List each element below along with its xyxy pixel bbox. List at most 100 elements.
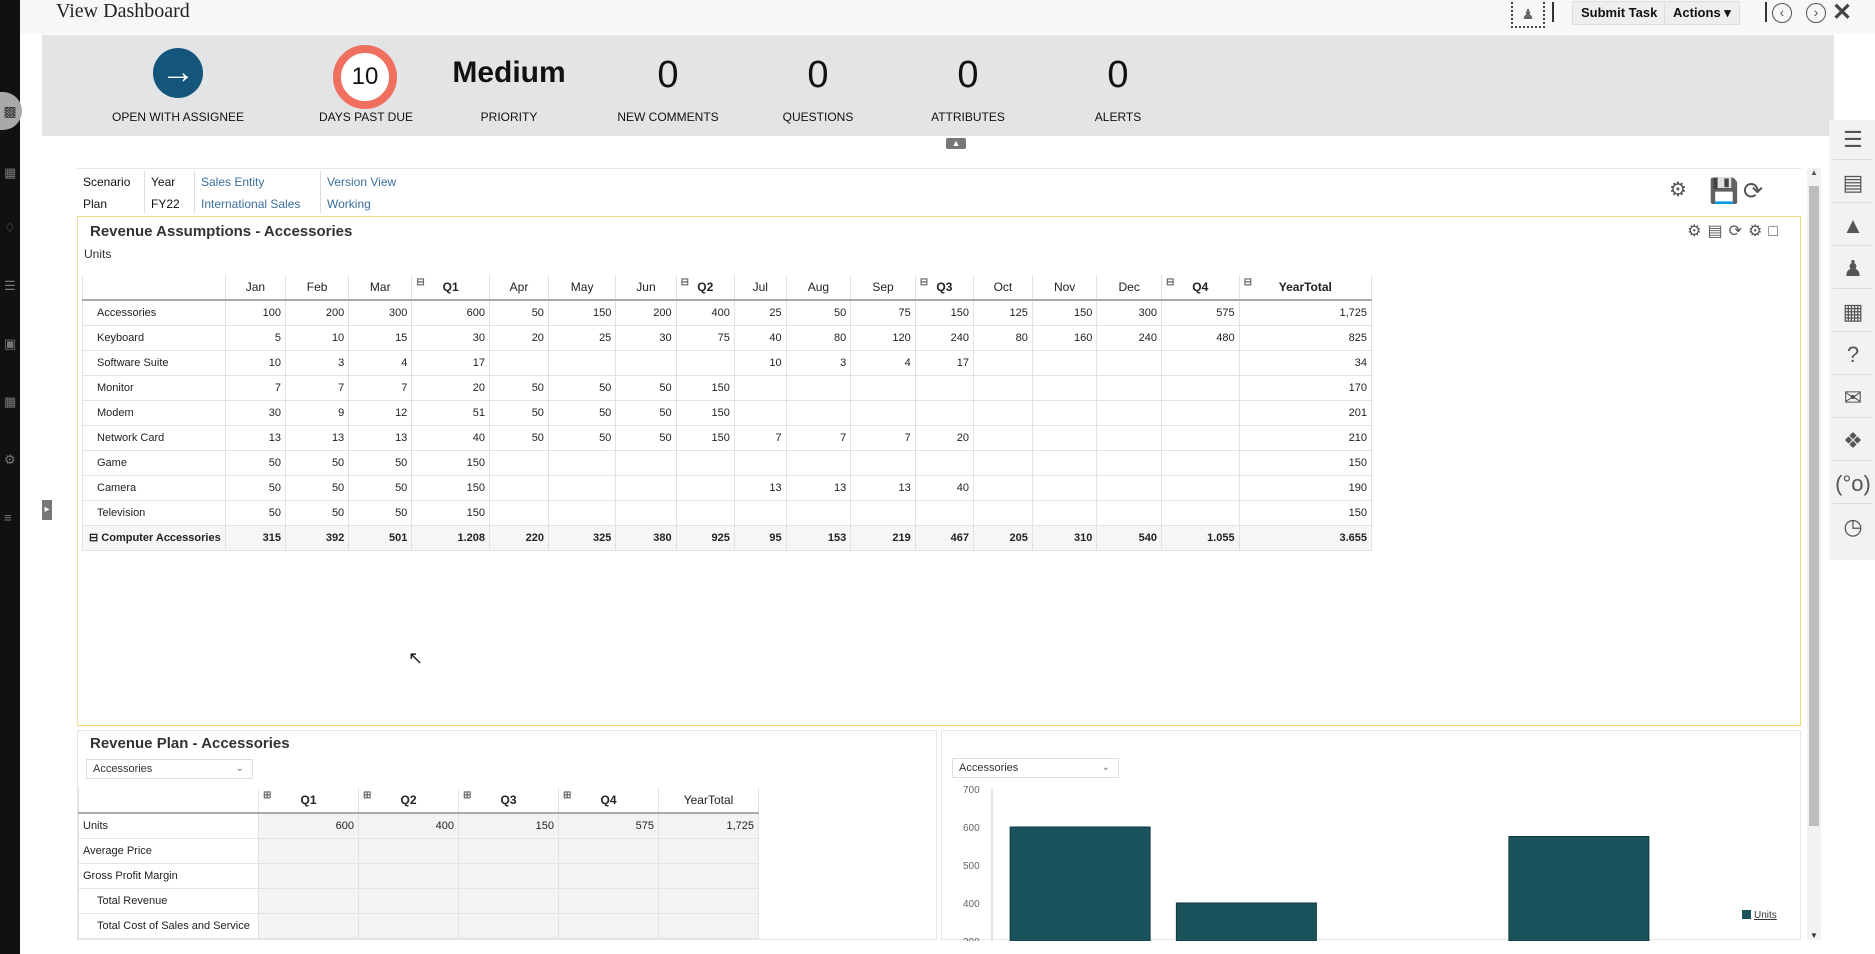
data-cell[interactable]: 7: [850, 424, 916, 451]
data-cell[interactable]: 200: [615, 299, 677, 326]
data-cell[interactable]: 50: [615, 374, 677, 401]
data-cell[interactable]: [547, 449, 617, 476]
data-cell[interactable]: [1031, 349, 1098, 376]
data-cell[interactable]: [785, 449, 852, 476]
pov-scenario[interactable]: Scenario Plan: [77, 171, 130, 213]
data-cell[interactable]: 50: [224, 499, 287, 526]
data-cell[interactable]: [850, 449, 916, 476]
data-cell[interactable]: 40: [411, 424, 491, 451]
settings-icon[interactable]: ⚙: [1669, 177, 1687, 202]
data-cell[interactable]: [675, 349, 735, 376]
data-cell[interactable]: 34: [1238, 349, 1373, 376]
task-icon[interactable]: ▩: [0, 92, 22, 130]
close-icon[interactable]: ✕: [1832, 0, 1852, 27]
collapse-summary-button[interactable]: ▲: [946, 138, 966, 149]
data-cell[interactable]: 170: [1238, 374, 1373, 401]
column-header[interactable]: ⊟ Q1: [411, 275, 491, 301]
questions-icon[interactable]: ?: [1833, 335, 1873, 375]
data-cell[interactable]: [914, 374, 974, 401]
data-cell[interactable]: 1.055: [1160, 524, 1240, 551]
data-cell[interactable]: 50: [547, 399, 617, 426]
pov-version-view[interactable]: Version View Working: [320, 171, 396, 213]
row-header[interactable]: Software Suite: [82, 349, 226, 376]
data-cell[interactable]: [1096, 499, 1162, 526]
data-cell[interactable]: 50: [348, 499, 413, 526]
list-view-icon[interactable]: ☰: [1833, 120, 1873, 160]
row-header[interactable]: Game: [82, 449, 226, 476]
data-cell[interactable]: 150: [1238, 499, 1373, 526]
data-cell[interactable]: 201: [1238, 399, 1373, 426]
data-cell[interactable]: 40: [914, 474, 974, 501]
data-cell[interactable]: 210: [1238, 424, 1373, 451]
column-header[interactable]: Jan: [224, 275, 287, 301]
data-cell[interactable]: [1096, 424, 1162, 451]
data-cell[interactable]: 300: [1096, 299, 1162, 326]
data-cell[interactable]: [733, 449, 787, 476]
expand-icon[interactable]: ⊞: [563, 790, 571, 801]
data-cell[interactable]: 30: [411, 324, 491, 351]
data-cell[interactable]: [972, 399, 1033, 426]
data-cell[interactable]: [1031, 449, 1098, 476]
checklist-icon[interactable]: ≡: [4, 510, 18, 526]
data-cell[interactable]: [258, 887, 359, 914]
data-cell[interactable]: 205: [972, 524, 1033, 551]
data-cell[interactable]: [785, 499, 852, 526]
plan-member-select[interactable]: Accessories ⌄: [86, 759, 253, 779]
column-header[interactable]: Aug: [785, 275, 852, 301]
data-cell[interactable]: 219: [850, 524, 916, 551]
data-cell[interactable]: [785, 374, 852, 401]
data-cell[interactable]: [658, 887, 759, 914]
bar-q2[interactable]: [1175, 902, 1317, 941]
data-cell[interactable]: 600: [411, 299, 491, 326]
data-cell[interactable]: 220: [489, 524, 549, 551]
row-header[interactable]: Gross Profit Margin: [78, 862, 259, 889]
data-cell[interactable]: [1160, 424, 1240, 451]
data-cell[interactable]: [358, 912, 459, 939]
legend-label[interactable]: Units: [1754, 910, 1777, 921]
data-cell[interactable]: [972, 374, 1033, 401]
data-cell[interactable]: 501: [348, 524, 413, 551]
data-cell[interactable]: 240: [914, 324, 974, 351]
data-cell[interactable]: [358, 862, 459, 889]
column-header[interactable]: Oct: [972, 275, 1033, 301]
data-cell[interactable]: [1096, 349, 1162, 376]
column-header[interactable]: May: [547, 275, 617, 301]
data-cell[interactable]: 80: [972, 324, 1033, 351]
row-header[interactable]: Keyboard: [82, 324, 226, 351]
save-icon[interactable]: ▤: [1707, 223, 1728, 240]
metric-alerts[interactable]: 0 ALERTS: [1038, 35, 1198, 136]
data-cell[interactable]: 17: [914, 349, 974, 376]
data-cell[interactable]: 315: [224, 524, 287, 551]
data-cell[interactable]: [615, 474, 677, 501]
data-cell[interactable]: 12: [348, 399, 413, 426]
column-header[interactable]: Nov: [1031, 275, 1098, 301]
data-cell[interactable]: 400: [675, 299, 735, 326]
data-cell[interactable]: 50: [489, 299, 549, 326]
column-header[interactable]: Jul: [733, 275, 787, 301]
expand-panel-toggle[interactable]: ▸: [42, 500, 52, 520]
data-cell[interactable]: 17: [411, 349, 491, 376]
bell-icon[interactable]: ♢: [4, 220, 18, 236]
data-cell[interactable]: [489, 449, 549, 476]
data-cell[interactable]: 7: [224, 374, 287, 401]
data-cell[interactable]: [914, 499, 974, 526]
calendar-icon[interactable]: ▦: [4, 165, 18, 181]
data-cell[interactable]: [1160, 499, 1240, 526]
bar-q1[interactable]: [1009, 826, 1151, 941]
data-cell[interactable]: 1.208: [411, 524, 491, 551]
data-cell[interactable]: 40: [733, 324, 787, 351]
data-cell[interactable]: 310: [1031, 524, 1098, 551]
data-cell[interactable]: [972, 424, 1033, 451]
import-icon[interactable]: ▣: [4, 336, 18, 352]
collapse-icon[interactable]: ⊟: [920, 277, 928, 288]
row-header[interactable]: ⊟ Computer Accessories: [82, 524, 226, 551]
data-cell[interactable]: 3.655: [1238, 524, 1373, 551]
collapse-icon[interactable]: ⊟: [1244, 277, 1252, 288]
data-cell[interactable]: [489, 474, 549, 501]
data-cell[interactable]: 5: [224, 324, 287, 351]
data-cell[interactable]: 240: [1096, 324, 1162, 351]
data-cell[interactable]: 75: [675, 324, 735, 351]
data-cell[interactable]: 150: [1031, 299, 1098, 326]
data-cell[interactable]: [850, 374, 916, 401]
expand-icon[interactable]: ⊞: [263, 790, 271, 801]
